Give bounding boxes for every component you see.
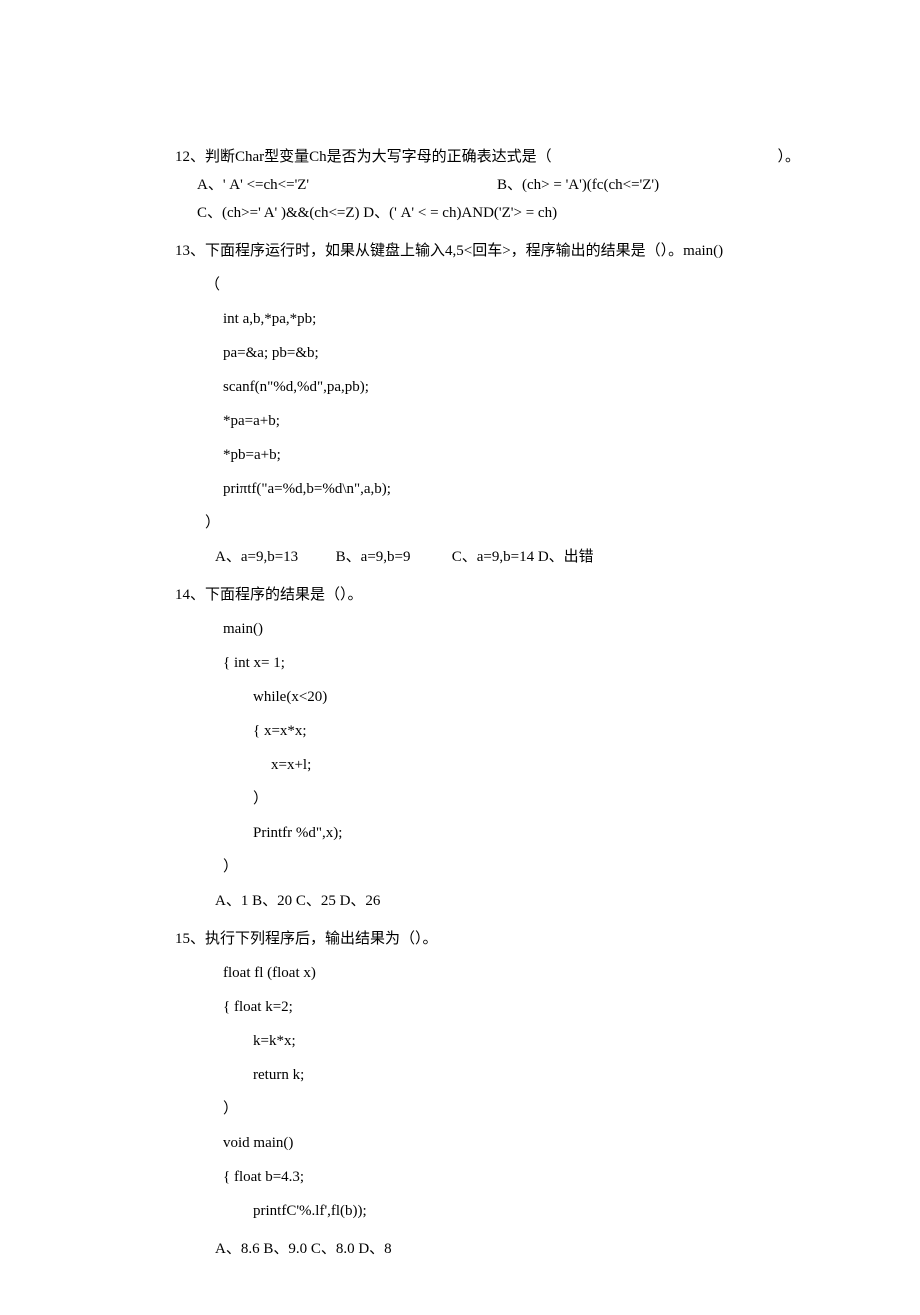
q13-brace-close: ）: [175, 511, 800, 535]
q12-blank-close: ）。: [777, 145, 800, 169]
q15-l7: { float b=4.3;: [175, 1165, 800, 1189]
q12-optC: C、(ch>=' A' )&&(ch<=Z) D、(' A' < = ch)AN…: [197, 205, 557, 221]
q12-prompt: 12、判断Char型变量Ch是否为大写字母的正确表达式是（: [175, 145, 552, 169]
q14-l4: { x=x*x;: [175, 719, 800, 743]
q15-opts: A、8.6 B、9.0 C、8.0 D、8: [175, 1237, 800, 1261]
q15-l2: { float k=2;: [175, 995, 800, 1019]
q13-l1: int a,b,*pa,*pb;: [175, 307, 800, 331]
q13-prompt: 13、下面程序运行时，如果从键盘上输入4,5<回车>，程序输出的结果是（）。ma…: [175, 239, 800, 263]
q15-l1: float fl (float x): [175, 961, 800, 985]
q14-l1: main(): [175, 617, 800, 641]
q13-brace-open: （: [175, 273, 800, 297]
q14-opts: A、1 B、20 C、25 D、26: [175, 889, 800, 913]
q12-opts-row1: A、' A' <=ch<='Z' B、(ch> = 'A')(fc(ch<='Z…: [175, 173, 800, 197]
q14-l3: while(x<20): [175, 685, 800, 709]
q12-prompt-row: 12、判断Char型变量Ch是否为大写字母的正确表达式是（ ）。: [175, 145, 800, 169]
q14-l8: ）: [175, 855, 800, 879]
page: 12、判断Char型变量Ch是否为大写字母的正确表达式是（ ）。 A、' A' …: [0, 0, 920, 1315]
q15-l8: printfC'%.lf',fl(b));: [175, 1199, 800, 1223]
q15-l4: return k;: [175, 1063, 800, 1087]
q14-l2: { int x= 1;: [175, 651, 800, 675]
q12-optA: A、' A' <=ch<='Z': [197, 173, 497, 197]
q14-l6: ）: [175, 787, 800, 811]
q13-l3: scanf(n"%d,%d",pa,pb);: [175, 375, 800, 399]
q12-opts-row2: C、(ch>=' A' )&&(ch<=Z) D、(' A' < = ch)AN…: [175, 201, 800, 225]
q12-optB: B、(ch> = 'A')(fc(ch<='Z'): [497, 173, 800, 197]
q15-l5: ）: [175, 1097, 800, 1121]
q14-l5: x=x+l;: [175, 753, 800, 777]
q13-opts: A、a=9,b=13 B、a=9,b=9 C、a=9,b=14 D、出错: [175, 545, 800, 569]
q13-l2: pa=&a; pb=&b;: [175, 341, 800, 365]
q13-l4: *pa=a+b;: [175, 409, 800, 433]
q14-l7: Printfr %d",x);: [175, 821, 800, 845]
q15-prompt: 15、执行下列程序后，输出结果为（）。: [175, 927, 800, 951]
q13-l5: *pb=a+b;: [175, 443, 800, 467]
q13-l6: priπtf("a=%d,b=%d\n",a,b);: [175, 477, 800, 501]
q15-l6: void main(): [175, 1131, 800, 1155]
q14-prompt: 14、下面程序的结果是（）。: [175, 583, 800, 607]
q15-l3: k=k*x;: [175, 1029, 800, 1053]
